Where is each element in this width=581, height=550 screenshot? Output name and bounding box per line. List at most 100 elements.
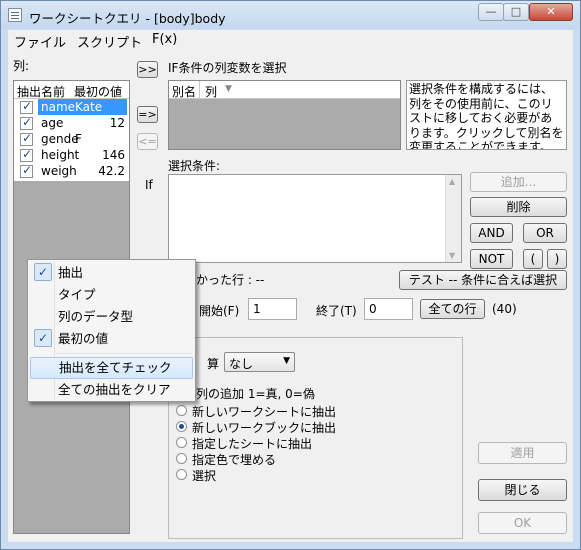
calc-select[interactable]: なし ▼ [224, 352, 295, 372]
output-option[interactable]: 指定色で埋める [176, 451, 376, 467]
radio-button[interactable] [176, 405, 187, 416]
delete-button[interactable]: 削除 [470, 197, 567, 217]
list-item[interactable]: height 146 [14, 147, 129, 163]
add-column-label: 列の追加 1=真, 0=偽 [196, 387, 315, 401]
condition-scrollbar[interactable]: ▲ ▼ [445, 175, 461, 262]
move-back-button[interactable]: <= [137, 133, 158, 150]
menu-item-label: 抽出を全てチェック [59, 360, 172, 375]
option-label: 新しいワークシートに抽出 [192, 405, 337, 419]
radio-button[interactable] [176, 421, 187, 432]
alias-list-header: 別名 列 ▼ [169, 81, 400, 99]
extract-checkbox[interactable] [20, 99, 33, 114]
header-first-value[interactable]: 最初の値 [74, 83, 122, 100]
paren-close-button[interactable]: ) [547, 249, 567, 269]
window-title: ワークシートクエリ - [body]body [29, 11, 226, 26]
menu-file[interactable]: ファイル [14, 32, 66, 51]
start-label: 開始(F) [199, 304, 240, 318]
ok-button[interactable]: OK [478, 512, 567, 534]
scroll-down-icon[interactable]: ▼ [449, 251, 455, 260]
condition-editor[interactable]: ▲ ▼ [168, 174, 462, 263]
close-button[interactable]: 閉じる [478, 479, 567, 501]
list-item[interactable]: weigh 42.2 [14, 163, 129, 179]
column-name: weigh [41, 164, 77, 178]
context-menu: ✓ 抽出 タイプ 列のデータ型 ✓ 最初の値 抽出を全てチェック 全ての抽出をク… [27, 259, 196, 402]
header-name[interactable]: 名前 [41, 83, 65, 100]
end-input[interactable]: 0 [364, 298, 413, 320]
close-window-button[interactable]: ✕ [529, 3, 573, 21]
calc-label: 算 [207, 357, 220, 371]
column-first-value: 42.2 [98, 164, 125, 178]
all-rows-button[interactable]: 全ての行 [420, 299, 485, 319]
condition-label: 選択条件: [168, 159, 221, 173]
move-all-button[interactable]: >> [137, 61, 158, 78]
extract-checkbox[interactable] [20, 115, 33, 130]
title-bar[interactable]: ワークシートクエリ - [body]body — □ ✕ [1, 1, 580, 29]
add-button[interactable]: 追加... [470, 172, 567, 192]
menu-fx[interactable]: F(x) [152, 32, 177, 47]
output-option[interactable]: 選択 [176, 467, 376, 483]
sort-down-icon: ▼ [225, 84, 232, 94]
menu-bar: ファイル スクリプト F(x) [8, 30, 573, 51]
radio-button[interactable] [176, 437, 187, 448]
menu-item-clear-all[interactable]: 全ての抽出をクリア [30, 379, 193, 401]
option-label: 指定色で埋める [192, 453, 277, 467]
columns-rows: name Kate age 12 gende F height 146 weig… [14, 99, 129, 181]
menu-item-extract[interactable]: ✓ 抽出 [30, 262, 193, 284]
extract-checkbox[interactable] [20, 131, 33, 146]
check-icon: ✓ [34, 329, 52, 347]
radio-button[interactable] [176, 453, 187, 464]
help-text: 選択条件を構成するには、列をその使用前に、このリストに移しておく必要があります。… [406, 80, 567, 150]
header-divider [199, 81, 200, 99]
menu-item-data-type[interactable]: 列のデータ型 [30, 306, 193, 328]
header-alias[interactable]: 別名 [172, 83, 196, 100]
header-extract[interactable]: 抽出 [17, 83, 41, 100]
app-icon [8, 8, 22, 22]
menu-item-type[interactable]: タイプ [30, 284, 193, 306]
or-button[interactable]: OR [523, 223, 567, 243]
menu-script[interactable]: スクリプト [77, 32, 142, 51]
menu-item-check-all[interactable]: 抽出を全てチェック [30, 357, 193, 379]
alias-list[interactable]: 別名 列 ▼ [168, 80, 401, 150]
list-item[interactable]: age 12 [14, 115, 129, 131]
list-item[interactable]: name Kate [14, 99, 129, 115]
check-icon: ✓ [34, 263, 52, 281]
maximize-button[interactable]: □ [503, 3, 529, 21]
option-label: 指定したシートに抽出 [192, 437, 313, 451]
column-first-value: 12 [109, 116, 125, 130]
move-one-button[interactable]: => [137, 106, 158, 123]
menu-item-first-value[interactable]: ✓ 最初の値 [30, 328, 193, 350]
column-name: gende [41, 132, 79, 146]
output-option[interactable]: 新しいワークブックに抽出 [176, 419, 376, 435]
option-label: 新しいワークブックに抽出 [192, 421, 337, 435]
scroll-up-icon[interactable]: ▲ [449, 177, 455, 186]
output-option[interactable]: 指定したシートに抽出 [176, 435, 376, 451]
start-input[interactable]: 1 [248, 298, 297, 320]
output-option[interactable]: 新しいワークシートに抽出 [176, 403, 376, 419]
paren-open-button[interactable]: ( [523, 249, 543, 269]
menu-item-label: タイプ [58, 287, 96, 302]
extract-checkbox[interactable] [20, 163, 33, 178]
column-name: name [41, 100, 76, 114]
columns-label: 列: [13, 59, 30, 73]
columns-list-header: 抽出 名前 最初の値 [14, 81, 129, 99]
menu-item-label: 最初の値 [58, 331, 109, 346]
row-count: (40) [492, 302, 517, 316]
found-rows-label: かった行 : -- [196, 273, 265, 287]
if-columns-label: IF条件の列変数を選択 [168, 61, 287, 75]
column-first-value: 146 [102, 148, 125, 162]
apply-button[interactable]: 適用 [478, 442, 567, 464]
column-name: age [41, 116, 64, 130]
column-first-value: Kate [75, 100, 103, 114]
not-button[interactable]: NOT [470, 249, 513, 269]
list-item[interactable]: gende F [14, 131, 129, 147]
header-column[interactable]: 列 [205, 83, 217, 100]
extract-checkbox[interactable] [20, 147, 33, 162]
chevron-down-icon: ▼ [283, 356, 290, 366]
column-first-value: F [75, 132, 82, 146]
minimize-button[interactable]: — [478, 3, 504, 21]
test-button[interactable]: テスト -- 条件に合えば選択 [399, 270, 567, 290]
menu-item-label: 全ての抽出をクリア [58, 382, 171, 397]
if-label: If [145, 178, 153, 192]
radio-button[interactable] [176, 469, 187, 480]
and-button[interactable]: AND [470, 223, 513, 243]
